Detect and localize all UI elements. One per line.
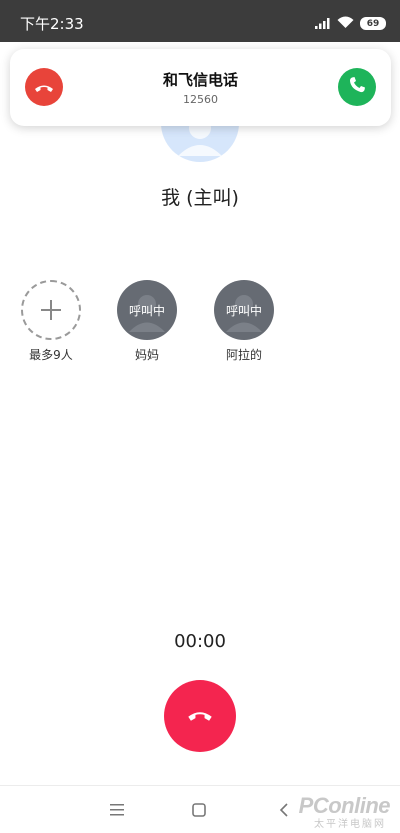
status-bar: 下午2:33 69 [0, 0, 400, 42]
back-icon[interactable] [274, 800, 294, 820]
incoming-call-card[interactable]: 和飞信电话 12560 [10, 49, 391, 126]
battery-icon: 69 [360, 17, 386, 30]
add-participant-circle[interactable] [21, 280, 81, 340]
caller-number: 12560 [183, 93, 218, 106]
plus-icon [40, 299, 62, 325]
participant-avatar: 呼叫中 [117, 280, 177, 340]
watermark-subtitle: 太平洋电脑网 [314, 819, 386, 830]
participant-status: 呼叫中 [225, 304, 262, 318]
participant-name: 最多9人 [29, 348, 73, 362]
hangup-button[interactable] [164, 680, 236, 752]
call-timer: 00:00 [174, 631, 226, 652]
participant-avatar: 呼叫中 [214, 280, 274, 340]
participant-name: 阿拉的 [225, 348, 262, 362]
home-icon[interactable] [189, 800, 209, 820]
menu-icon[interactable] [107, 800, 127, 820]
status-time: 下午2:33 [20, 15, 84, 33]
participant-card: 呼叫中 阿拉的 [204, 280, 284, 363]
status-icons: 69 [315, 14, 386, 33]
host-label: 我 (主叫) [161, 187, 239, 209]
participant-card: 呼叫中 妈妈 [107, 280, 187, 363]
participant-name: 妈妈 [134, 348, 159, 362]
phone-icon [348, 76, 366, 98]
wifi-icon [337, 14, 354, 33]
hangup-icon [187, 707, 213, 726]
participant-status: 呼叫中 [128, 304, 165, 318]
add-participant-button[interactable]: 最多9人 [11, 280, 91, 363]
caller-name: 和飞信电话 [162, 71, 238, 89]
answer-button[interactable] [338, 68, 376, 106]
signal-icon [315, 14, 331, 33]
